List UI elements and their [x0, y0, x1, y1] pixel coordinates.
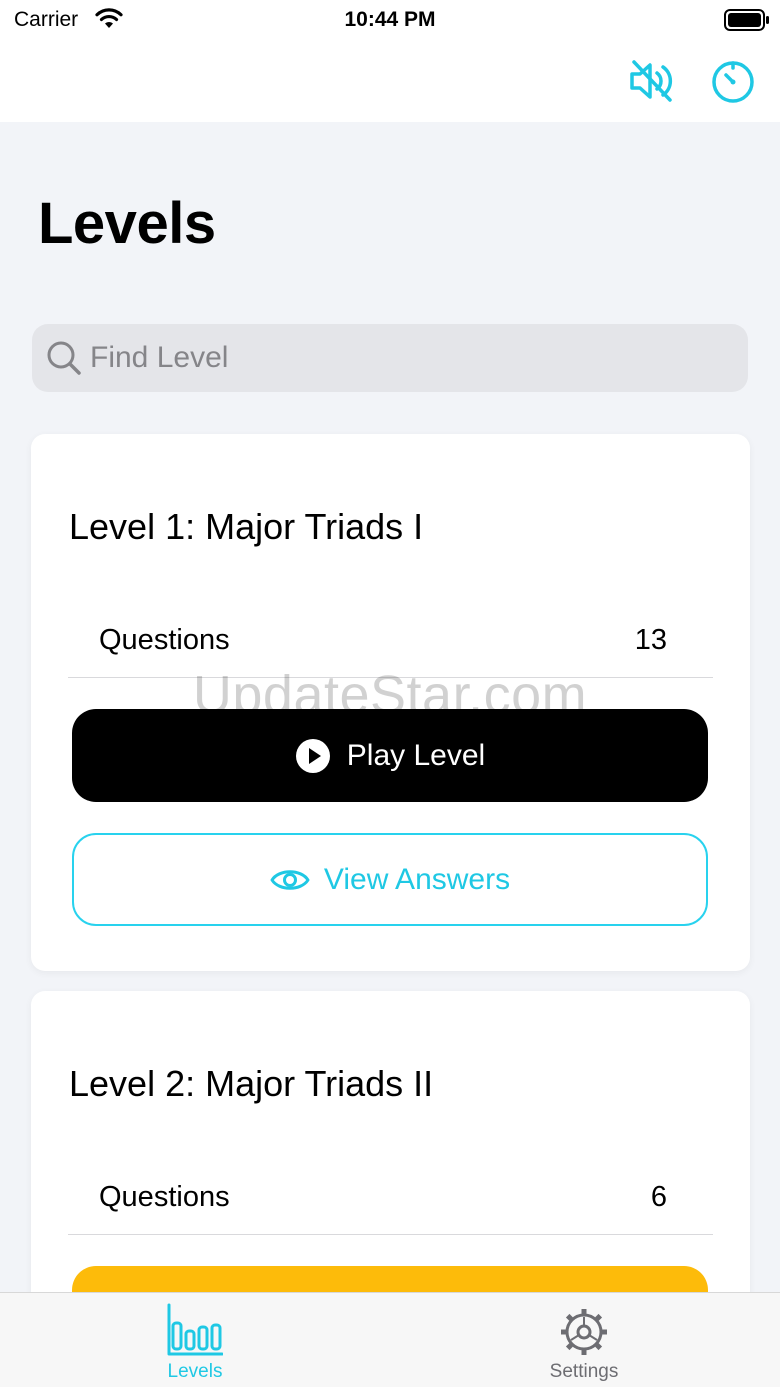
tab-levels[interactable]: Levels	[95, 1293, 295, 1387]
search-icon	[44, 338, 84, 378]
navigation-bar	[0, 40, 780, 122]
play-level-label: Play Level	[346, 738, 486, 772]
clock: 10:44 PM	[344, 8, 436, 31]
questions-row: Questions 6	[68, 1145, 713, 1235]
tab-label: Settings	[549, 1361, 619, 1382]
play-level-button[interactable]: Play Level	[72, 709, 708, 802]
status-bar: Carrier 10:44 PM	[0, 0, 780, 40]
timer-button[interactable]	[708, 56, 758, 106]
search-bar[interactable]	[32, 324, 748, 392]
timer-icon	[712, 61, 754, 103]
search-input[interactable]	[90, 341, 690, 375]
battery-icon	[724, 9, 770, 36]
play-icon	[295, 738, 331, 774]
questions-row: Questions 13	[68, 588, 713, 678]
questions-count: 13	[634, 624, 667, 656]
bar-chart-icon	[165, 1303, 225, 1357]
questions-label: Questions	[99, 624, 230, 656]
tab-bar: Levels Settings	[0, 1292, 780, 1387]
level-title: Level 2: Major Triads II	[69, 1063, 434, 1104]
view-answers-label: View Answers	[323, 862, 511, 896]
speaker-muted-icon	[630, 60, 673, 102]
gear-icon	[554, 1303, 614, 1357]
level-card: Level 1: Major Triads I Questions 13 Pla…	[31, 434, 750, 971]
level-title: Level 1: Major Triads I	[69, 506, 424, 547]
tab-label: Levels	[167, 1361, 223, 1382]
page-title: Levels	[38, 191, 216, 256]
eye-icon	[270, 866, 310, 894]
tab-settings[interactable]: Settings	[484, 1293, 684, 1387]
view-answers-button[interactable]: View Answers	[72, 833, 708, 926]
questions-label: Questions	[99, 1181, 230, 1213]
questions-count: 6	[650, 1181, 667, 1213]
mute-button[interactable]	[628, 56, 678, 106]
